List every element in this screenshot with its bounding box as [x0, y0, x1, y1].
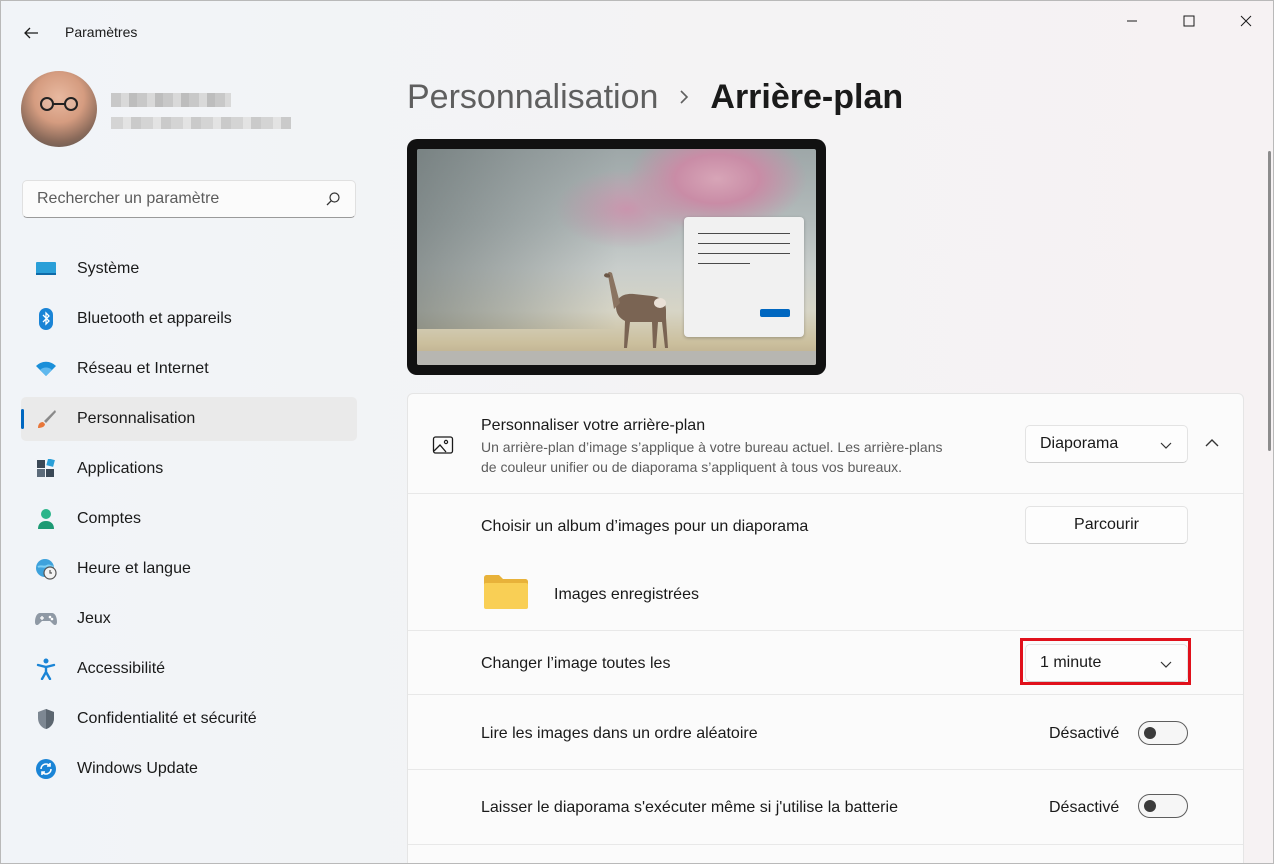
folder-name[interactable]: Images enregistrées — [554, 586, 699, 604]
gamepad-icon — [35, 608, 57, 630]
monitor-icon — [35, 258, 57, 280]
shuffle-toggle[interactable] — [1138, 721, 1188, 745]
user-profile[interactable] — [21, 71, 361, 151]
sidebar-item-applications[interactable]: Applications — [21, 447, 357, 491]
search-box[interactable] — [22, 180, 356, 218]
sidebar-nav: Système Bluetooth et appareils Réseau et… — [21, 247, 357, 797]
bluetooth-icon — [35, 308, 57, 330]
sidebar-item-heure[interactable]: Heure et langue — [21, 547, 357, 591]
page-title: Arrière-plan — [710, 77, 904, 116]
sidebar-item-personnalisation[interactable]: Personnalisation — [21, 397, 357, 441]
sidebar-item-bluetooth[interactable]: Bluetooth et appareils — [21, 297, 357, 341]
sidebar-item-label: Comptes — [77, 510, 142, 527]
sidebar-item-label: Système — [77, 260, 140, 277]
minimize-button[interactable] — [1103, 1, 1160, 41]
scrollbar-thumb[interactable] — [1268, 151, 1271, 451]
sidebar-item-label: Heure et langue — [77, 560, 191, 577]
preview-taskbar — [417, 351, 816, 365]
row-description-line1: Un arrière-plan d’image s’applique à vot… — [481, 439, 943, 455]
album-label: Choisir un album d’images pour un diapor… — [481, 518, 809, 535]
shuffle-label: Lire les images dans un ordre aléatoire — [481, 725, 758, 742]
interval-dropdown[interactable]: 1 minute — [1025, 644, 1188, 682]
background-settings-card: Personnaliser votre arrière-plan Un arri… — [407, 393, 1244, 863]
maximize-button[interactable] — [1160, 1, 1217, 41]
sidebar-item-label: Bluetooth et appareils — [77, 310, 232, 327]
glasses-shape — [40, 97, 78, 111]
back-button[interactable] — [15, 19, 47, 47]
settings-window: Paramètres Rechercher un paramètre Systè… — [0, 0, 1274, 864]
breadcrumb-parent[interactable]: Personnalisation — [407, 78, 658, 117]
folder-icon — [484, 575, 528, 609]
app-title: Paramètres — [65, 24, 138, 40]
sidebar-item-label: Windows Update — [77, 760, 198, 777]
sidebar-item-windows-update[interactable]: Windows Update — [21, 747, 357, 791]
chevron-down-icon — [1160, 661, 1172, 668]
chevron-down-icon — [1160, 442, 1172, 449]
search-input[interactable] — [23, 181, 313, 217]
sidebar-item-label: Personnalisation — [77, 410, 196, 427]
sidebar-item-confidentialite[interactable]: Confidentialité et sécurité — [21, 697, 357, 741]
personalize-background-row[interactable]: Personnaliser votre arrière-plan Un arri… — [408, 394, 1243, 494]
background-type-dropdown[interactable]: Diaporama — [1025, 425, 1188, 463]
blurred-user-name — [111, 93, 231, 107]
battery-toggle[interactable] — [1138, 794, 1188, 818]
sidebar-item-label: Jeux — [77, 610, 111, 627]
battery-label: Laisser le diaporama s'exécuter même si … — [481, 799, 898, 816]
shield-icon — [35, 708, 57, 730]
deer-image — [604, 271, 668, 348]
back-arrow-icon — [24, 27, 38, 39]
preview-trees — [417, 149, 617, 329]
person-icon — [35, 508, 57, 530]
apps-icon — [35, 458, 57, 480]
shuffle-state: Désactivé — [1049, 725, 1120, 742]
dropdown-value: 1 minute — [1040, 654, 1102, 671]
blurred-user-email — [111, 117, 291, 129]
interval-row: Changer l’image toutes les 1 minute — [408, 631, 1243, 695]
sidebar-item-systeme[interactable]: Système — [21, 247, 357, 291]
paintbrush-icon — [35, 408, 57, 430]
sidebar-item-label: Réseau et Internet — [77, 360, 209, 377]
sidebar-item-reseau[interactable]: Réseau et Internet — [21, 347, 357, 391]
preview-wallpaper — [417, 149, 816, 365]
battery-row: Laisser le diaporama s'exécuter même si … — [408, 770, 1243, 845]
chevron-up-icon[interactable] — [1204, 436, 1220, 448]
shuffle-row: Lire les images dans un ordre aléatoire … — [408, 695, 1243, 770]
update-icon — [35, 758, 57, 780]
maximize-icon — [1183, 15, 1194, 27]
interval-label: Changer l’image toutes les — [481, 655, 671, 672]
sidebar-item-accessibilite[interactable]: Accessibilité — [21, 647, 357, 691]
sidebar-item-label: Applications — [77, 460, 164, 477]
row-description-line2: de couleur unifier ou de diaporama s’app… — [481, 459, 903, 475]
search-icon — [326, 192, 340, 206]
minimize-icon — [1126, 20, 1137, 22]
dropdown-value: Diaporama — [1040, 435, 1119, 452]
sidebar-item-jeux[interactable]: Jeux — [21, 597, 357, 641]
battery-state: Désactivé — [1049, 799, 1120, 816]
chevron-right-icon — [678, 89, 690, 105]
wifi-icon — [35, 358, 57, 380]
avatar — [21, 71, 97, 147]
globe-clock-icon — [35, 558, 57, 580]
sidebar-item-label: Confidentialité et sécurité — [77, 710, 257, 727]
browse-button[interactable]: Parcourir — [1025, 506, 1188, 544]
accessibility-icon — [35, 658, 57, 680]
breadcrumb: Personnalisation Arrière-plan — [407, 73, 903, 121]
toggle-knob — [1144, 800, 1156, 812]
background-preview — [407, 139, 826, 375]
album-row: Choisir un album d’images pour un diapor… — [408, 494, 1243, 631]
close-icon — [1240, 15, 1251, 27]
sidebar-item-comptes[interactable]: Comptes — [21, 497, 357, 541]
title-bar: Paramètres — [1, 1, 1273, 61]
preview-window — [684, 217, 804, 337]
toggle-knob — [1144, 727, 1156, 739]
picture-icon — [432, 436, 454, 454]
sidebar-item-label: Accessibilité — [77, 660, 166, 677]
close-button[interactable] — [1217, 1, 1273, 41]
row-title: Personnaliser votre arrière-plan — [481, 417, 706, 434]
